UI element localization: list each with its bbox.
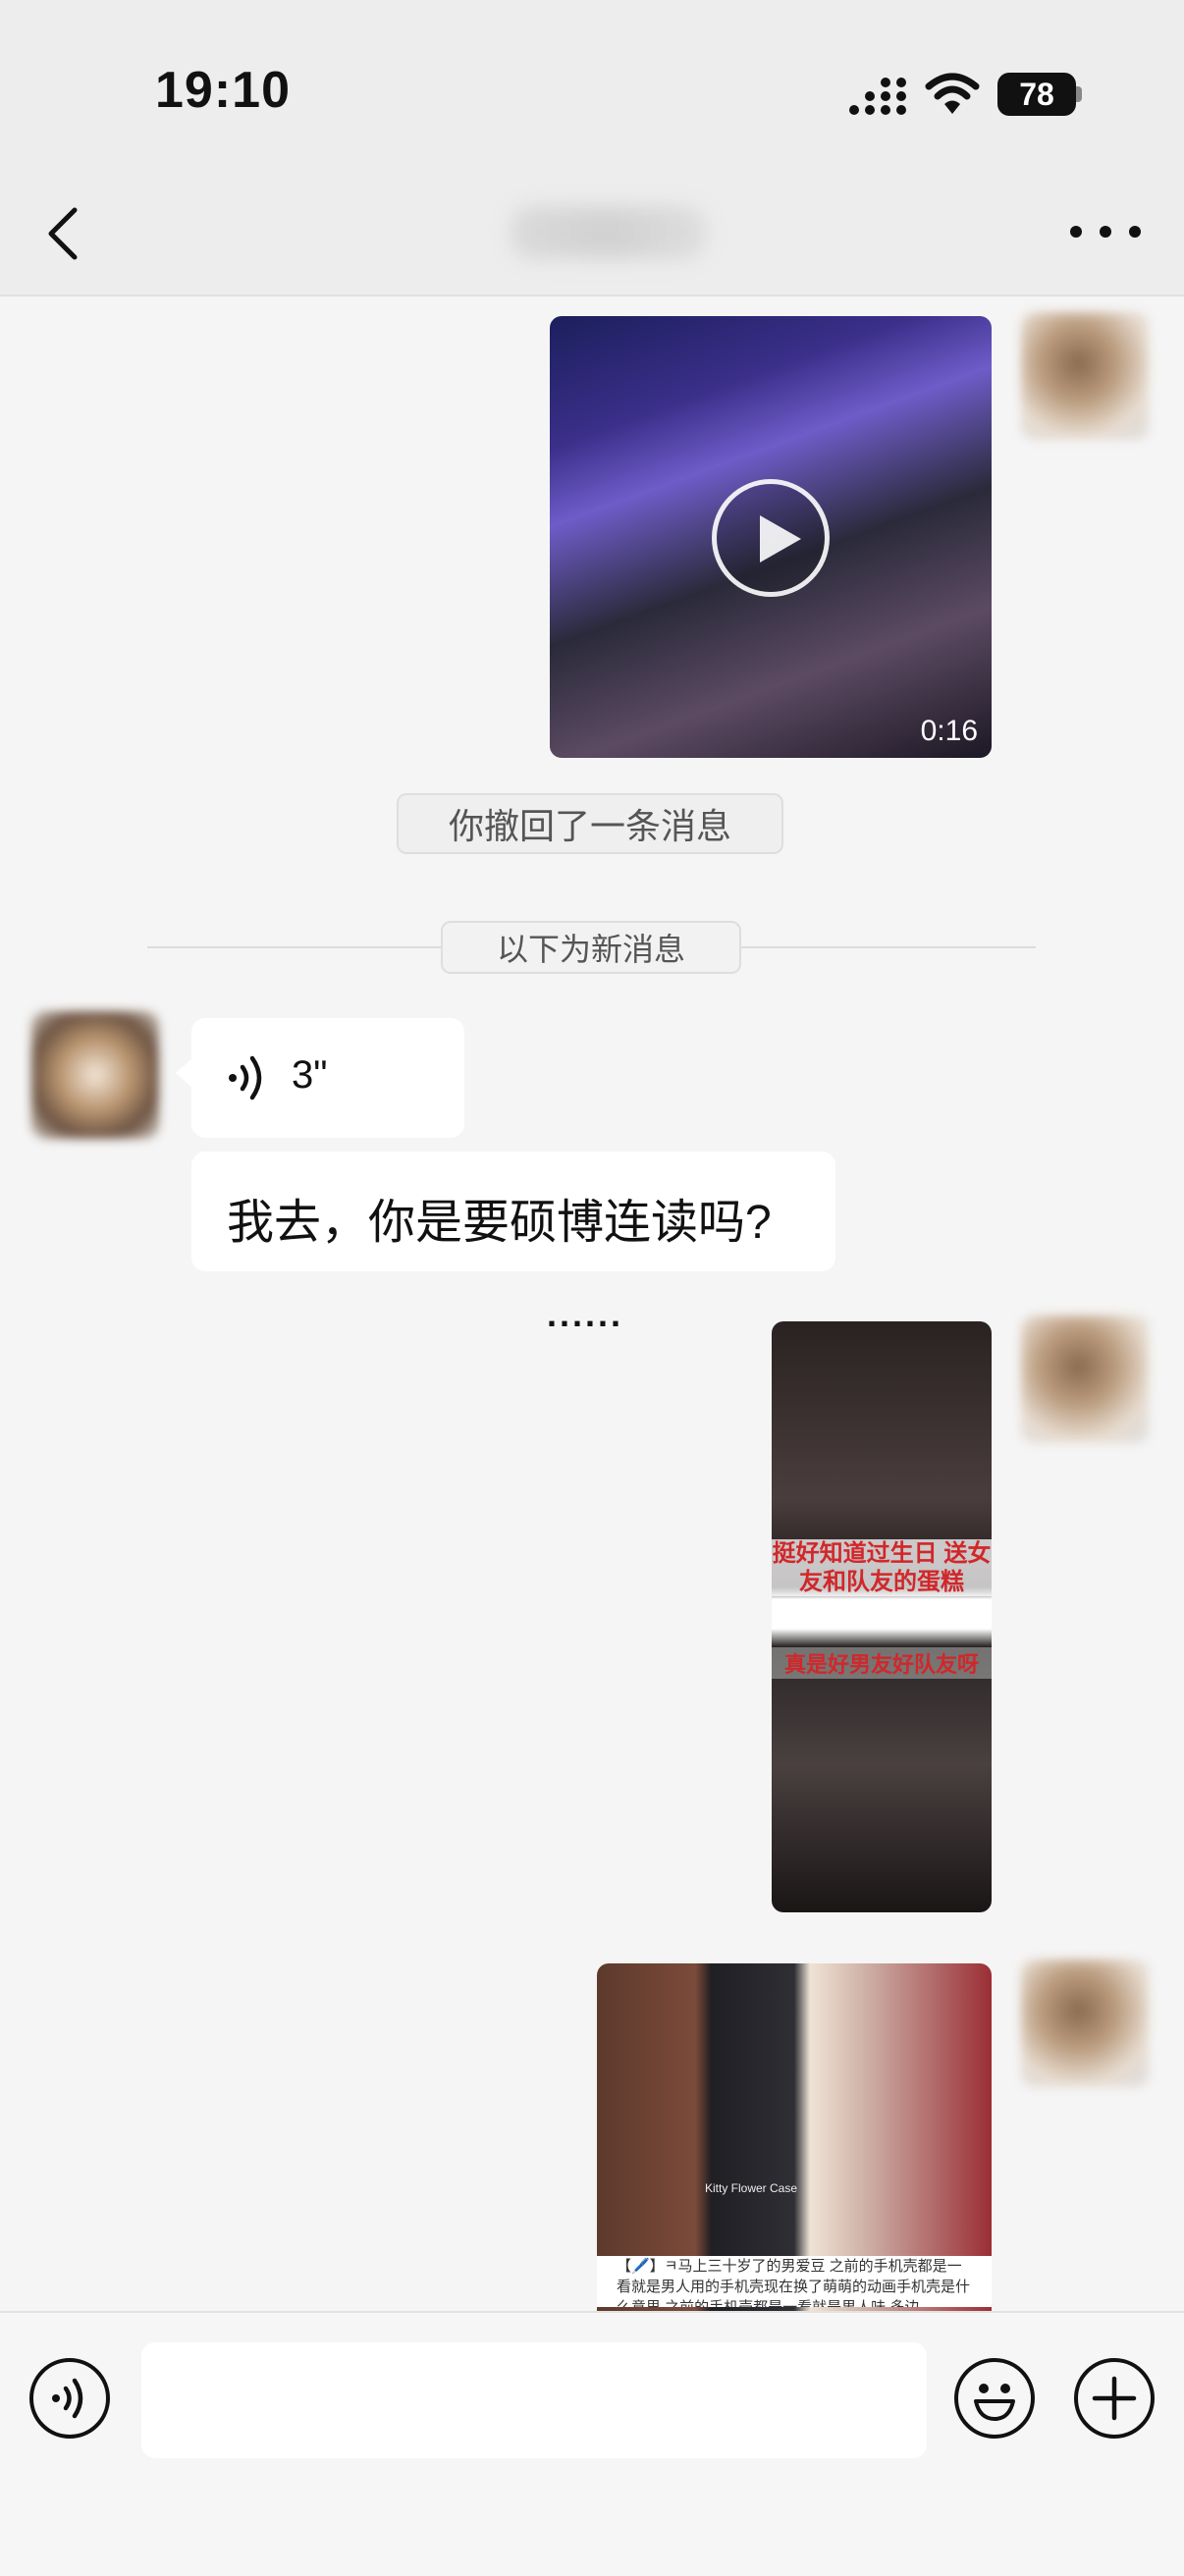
- more-dots-icon[interactable]: [1070, 216, 1141, 247]
- video-message[interactable]: 0:16: [550, 316, 992, 758]
- voice-duration: 3": [292, 1053, 328, 1097]
- new-messages-divider: 以下为新消息: [441, 921, 741, 974]
- divider-line-left: [147, 946, 441, 948]
- smiley-face-icon: [974, 2384, 1015, 2421]
- avatar-self[interactable]: [1021, 312, 1149, 440]
- voice-input-icon[interactable]: [29, 2358, 110, 2439]
- avatar-self[interactable]: [1021, 1959, 1149, 2087]
- battery-indicator: 78: [997, 73, 1076, 116]
- plus-icon[interactable]: [1074, 2358, 1155, 2439]
- voice-wave-icon: [52, 2378, 83, 2419]
- voice-message[interactable]: 3": [176, 1018, 464, 1138]
- image2-case-label: Kitty Flower Case: [705, 2181, 798, 2195]
- plus-sign-icon: [1092, 2376, 1137, 2421]
- chat-title: [511, 206, 707, 259]
- battery-tip: [1076, 86, 1082, 102]
- image-message-1[interactable]: 挺好知道过生日 送女友和队友的蛋糕 真是好男友好队友呀: [772, 1321, 992, 1912]
- image-message-2[interactable]: Kitty Flower Case 【🖊️】ㅋ马上三十岁了的男爱豆 之前的手机壳…: [597, 1963, 992, 2311]
- chat-header: [0, 167, 1184, 296]
- image1-caption-bottom: 真是好男友好队友呀: [772, 1647, 992, 1679]
- recall-notice: 你撤回了一条消息: [397, 793, 783, 854]
- input-bar: [0, 2311, 1184, 2576]
- chevron-left-icon[interactable]: [37, 202, 92, 265]
- status-time: 19:10: [155, 62, 291, 119]
- emoji-icon[interactable]: [954, 2358, 1035, 2439]
- voice-wave-icon: [229, 1055, 262, 1100]
- typing-indicator: ......: [547, 1294, 624, 1334]
- image2-caption: 【🖊️】ㅋ马上三十岁了的男爱豆 之前的手机壳都是一看就是男人用的手机壳现在换了萌…: [597, 2256, 992, 2307]
- video-duration: 0:16: [920, 715, 978, 747]
- play-icon[interactable]: [712, 479, 830, 597]
- divider-line-right: [741, 946, 1036, 948]
- status-bar: 19:10 78: [0, 0, 1184, 167]
- text-message[interactable]: 我去，你是要硕博连读吗?: [191, 1152, 835, 1271]
- image1-caption-top: 挺好知道过生日 送女友和队友的蛋糕: [772, 1539, 992, 1596]
- avatar-self[interactable]: [1021, 1315, 1149, 1443]
- message-input[interactable]: [141, 2342, 927, 2458]
- avatar-friend[interactable]: [31, 1011, 159, 1139]
- cellular-signal-icon: [849, 78, 906, 115]
- wifi-icon: [925, 73, 980, 114]
